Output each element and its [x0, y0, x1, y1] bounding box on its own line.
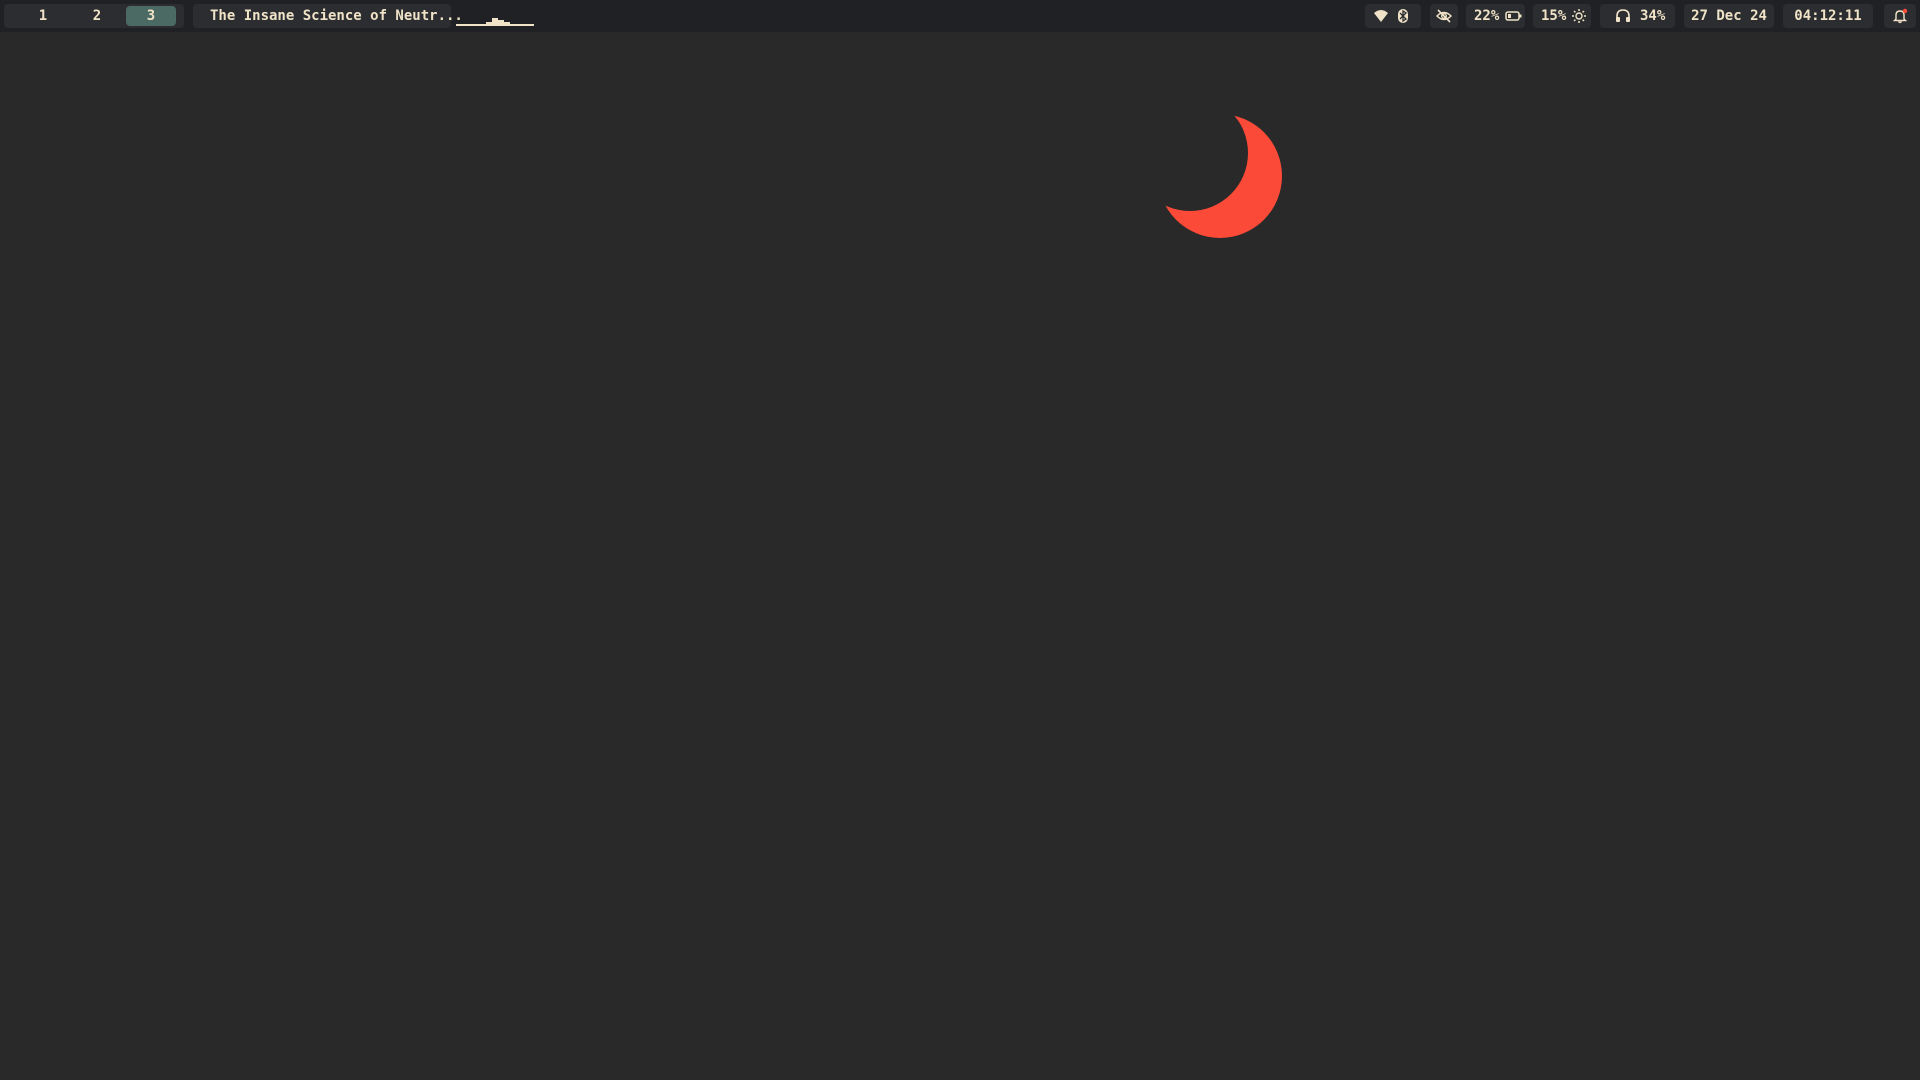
volume-module[interactable]: 34%	[1600, 4, 1675, 28]
bell-icon	[1892, 8, 1908, 24]
workspace-switcher: 1 2 3	[4, 4, 184, 28]
volume-percentage: 34%	[1640, 8, 1666, 24]
workspace-1-button[interactable]: 1	[18, 6, 68, 26]
battery-icon	[1505, 11, 1522, 21]
brightness-icon	[1572, 9, 1586, 23]
headphones-icon	[1616, 9, 1630, 22]
brightness-percentage: 15%	[1541, 8, 1567, 24]
brightness-module[interactable]: 15%	[1533, 4, 1591, 28]
crescent-moon-icon	[1158, 114, 1282, 238]
eye-off-icon	[1436, 9, 1452, 23]
battery-module[interactable]: 22%	[1466, 4, 1525, 28]
top-bar: 1 2 3 The Insane Science of Neutr... 22%	[0, 0, 1920, 32]
battery-percentage: 22%	[1474, 8, 1500, 24]
bluetooth-icon	[1398, 9, 1408, 23]
workspace-3-button[interactable]: 3	[126, 6, 176, 26]
window-title: The Insane Science of Neutr...	[193, 4, 463, 28]
network-module[interactable]	[1365, 4, 1421, 28]
visualizer-bar	[528, 24, 534, 26]
wifi-icon	[1374, 10, 1388, 22]
notification-button[interactable]	[1884, 4, 1916, 28]
workspace-2-button[interactable]: 2	[72, 6, 122, 26]
clock-display[interactable]: 04:12:11	[1783, 4, 1873, 28]
privacy-indicator[interactable]	[1430, 4, 1458, 28]
audio-visualizer	[456, 6, 536, 26]
date-display[interactable]: 27 Dec 24	[1684, 4, 1774, 28]
